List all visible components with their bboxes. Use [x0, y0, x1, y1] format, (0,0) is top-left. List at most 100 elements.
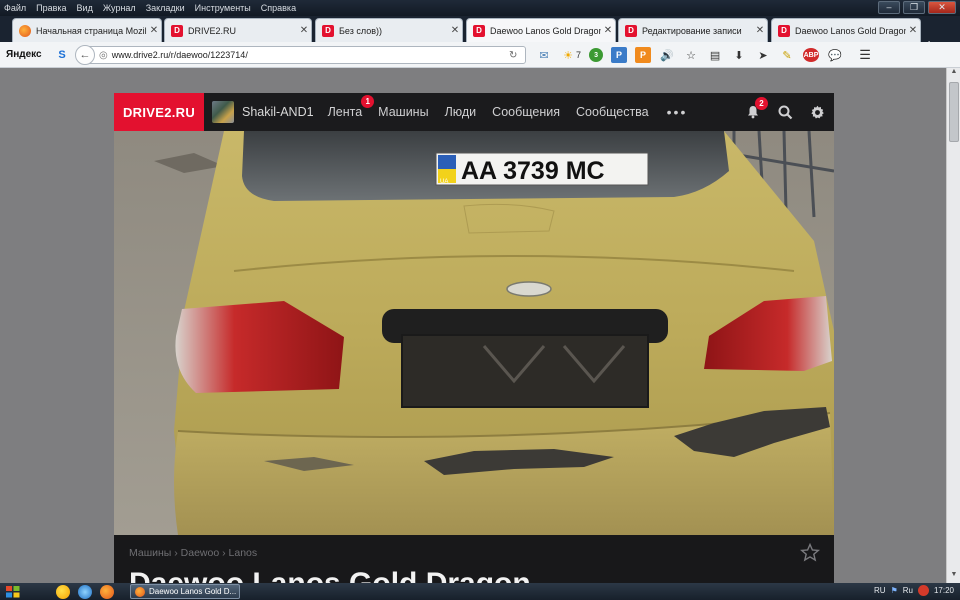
page-viewport: DRIVE2.RU Shakil-AND1 Лента 1 Машины Люд…: [0, 68, 946, 583]
nav-messages[interactable]: Сообщения: [492, 105, 560, 119]
tab-drive2[interactable]: D DRIVE2.RU ✕: [164, 18, 312, 42]
url-text[interactable]: www.drive2.ru/r/daewoo/1223714/: [112, 50, 509, 60]
yandex-logo[interactable]: Яндекс: [6, 49, 50, 60]
close-tab-icon[interactable]: ✕: [147, 25, 161, 36]
nav-feed[interactable]: Лента 1: [327, 95, 375, 119]
username-link[interactable]: Shakil-AND1: [242, 105, 314, 119]
menu-bookmarks[interactable]: Закладки: [146, 3, 185, 13]
header-actions: 2: [744, 93, 826, 131]
taskbar-window-button[interactable]: Daewoo Lanos Gold D...: [130, 584, 240, 599]
tab-edit-entry[interactable]: D Редактирование записи ✕: [618, 18, 768, 42]
windows-start-icon[interactable]: [0, 583, 26, 600]
adblock-icon[interactable]: ABP: [803, 48, 820, 62]
pencil-icon[interactable]: ✎: [779, 47, 795, 63]
tray-lang[interactable]: Ru: [903, 586, 913, 595]
drive2-logo[interactable]: DRIVE2.RU: [114, 93, 204, 131]
send-icon[interactable]: ➤: [755, 47, 771, 63]
drive2-favicon: D: [171, 24, 183, 37]
weather-temp: 7: [576, 50, 582, 60]
toolbar-extensions: ✉ ☀ 7 3 P P 🔊 ☆ ▤ ⬇ ➤ ✎ ABP 💬 ☰: [536, 47, 873, 63]
search-icon[interactable]: [776, 103, 794, 121]
breadcrumb[interactable]: Машины › Daewoo › Lanos: [129, 547, 257, 559]
notifications-badge: 2: [755, 97, 768, 110]
nav-toolbar: Яндекс S ← ◎ www.drive2.ru/r/daewoo/1223…: [0, 42, 960, 68]
address-bar[interactable]: ← ◎ www.drive2.ru/r/daewoo/1223714/ ↻: [75, 45, 526, 65]
nav-cars[interactable]: Машины: [378, 105, 428, 119]
tab-title: Daewoo Lanos Gold Dragon: [795, 25, 906, 36]
globe-icon: ◎: [99, 49, 108, 61]
tab-bar: Начальная страница Mozill... ✕ D DRIVE2.…: [0, 16, 960, 52]
scrollbar-thumb[interactable]: [949, 82, 959, 142]
close-tab-icon[interactable]: ✕: [906, 25, 920, 36]
tab-daewoo-2[interactable]: D Daewoo Lanos Gold Dragon ✕: [771, 18, 921, 42]
browser-window: Файл Правка Вид Журнал Закладки Инструме…: [0, 0, 960, 600]
tab-title: Daewoo Lanos Gold Dragon: [490, 25, 601, 36]
nav-people[interactable]: Люди: [445, 105, 477, 119]
drive2-site: DRIVE2.RU Shakil-AND1 Лента 1 Машины Люд…: [114, 93, 834, 583]
orange-icon[interactable]: P: [635, 47, 652, 63]
menu-icon[interactable]: ☰: [857, 47, 873, 63]
taskbar-window-title: Daewoo Lanos Gold D...: [149, 587, 237, 596]
tab-title: Редактирование записи: [642, 25, 742, 36]
warning-icon[interactable]: [917, 585, 929, 596]
vertical-scrollbar[interactable]: ▲ ▼: [946, 68, 960, 583]
download-icon[interactable]: ⬇: [731, 47, 747, 63]
chat-icon[interactable]: 💬: [827, 47, 843, 63]
plate-country: UA: [440, 179, 448, 185]
tab-title: DRIVE2.RU: [188, 25, 237, 36]
drive2-favicon: D: [322, 24, 334, 37]
close-window-button[interactable]: ✕: [928, 1, 956, 14]
more-menu-icon[interactable]: •••: [667, 104, 688, 120]
chrome-icon[interactable]: [56, 584, 70, 599]
menu-tools[interactable]: Инструменты: [195, 3, 251, 13]
page-title: Daewoo Lanos Gold Dragon: [129, 567, 531, 583]
minimize-button[interactable]: –: [878, 1, 900, 14]
firefox-icon: [135, 586, 145, 597]
clock[interactable]: 17:20: [934, 586, 954, 595]
close-tab-icon[interactable]: ✕: [753, 25, 767, 36]
yandex-search-icon[interactable]: S: [54, 47, 70, 63]
p-icon[interactable]: P: [611, 47, 628, 63]
menu-view[interactable]: Вид: [77, 3, 93, 13]
mail-icon[interactable]: ✉: [536, 47, 552, 63]
scroll-up-icon[interactable]: ▲: [947, 68, 960, 80]
tab-bez-slov[interactable]: D Без слов)) ✕: [315, 18, 463, 42]
article-header: Машины › Daewoo › Lanos Daewoo Lanos Gol…: [114, 535, 834, 583]
firefox-icon: [19, 24, 31, 37]
car-photo[interactable]: AA 3739 MC UA: [114, 131, 834, 535]
windows-taskbar: Daewoo Lanos Gold D... RU ⚑ Ru 17:20: [0, 583, 960, 600]
tab-mozilla-start[interactable]: Начальная страница Mozill... ✕: [12, 18, 162, 42]
car-photo-image: AA 3739 MC UA: [114, 131, 834, 535]
menu-help[interactable]: Справка: [261, 3, 296, 13]
feed-badge: 1: [361, 95, 375, 108]
favorite-star-icon[interactable]: [799, 542, 821, 568]
clipboard-icon[interactable]: ▤: [707, 47, 723, 63]
menu-history[interactable]: Журнал: [103, 3, 136, 13]
green-badge-icon[interactable]: 3: [589, 48, 604, 62]
avatar[interactable]: [212, 101, 234, 123]
close-tab-icon[interactable]: ✕: [448, 25, 462, 36]
maximize-button[interactable]: ❐: [903, 1, 925, 14]
close-tab-icon[interactable]: ✕: [601, 25, 615, 36]
drive2-favicon: D: [778, 24, 790, 37]
firefox-icon[interactable]: [100, 584, 114, 599]
window-controls: – ❐ ✕: [878, 1, 956, 14]
keyboard-language[interactable]: RU: [874, 586, 886, 595]
ie-icon[interactable]: [78, 584, 92, 599]
back-arrow-icon[interactable]: ←: [75, 45, 95, 65]
flag-icon[interactable]: ⚑: [891, 586, 898, 595]
sound-icon[interactable]: 🔊: [659, 47, 675, 63]
gear-icon[interactable]: [808, 103, 826, 121]
nav-communities[interactable]: Сообщества: [576, 105, 649, 119]
notifications-bell-icon[interactable]: 2: [744, 97, 768, 121]
drive2-favicon: D: [625, 24, 637, 37]
reload-icon[interactable]: ↻: [509, 50, 525, 61]
nav-feed-label: Лента: [327, 105, 363, 119]
scroll-down-icon[interactable]: ▼: [947, 571, 960, 583]
bookmark-star-icon[interactable]: ☆: [683, 47, 699, 63]
close-tab-icon[interactable]: ✕: [297, 25, 311, 36]
weather-icon[interactable]: ☀: [560, 47, 576, 63]
tab-daewoo-active[interactable]: D Daewoo Lanos Gold Dragon ✕: [466, 18, 616, 42]
menu-file[interactable]: Файл: [4, 3, 26, 13]
menu-edit[interactable]: Правка: [36, 3, 66, 13]
